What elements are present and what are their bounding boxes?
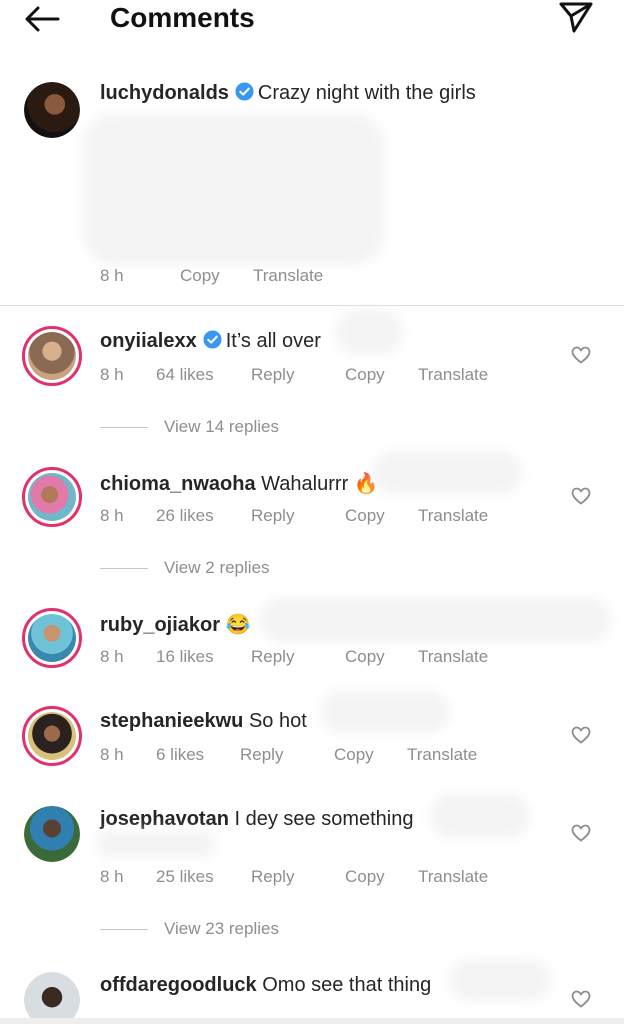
comment-username[interactable]: stephanieekwu [100, 710, 243, 732]
arrow-left-icon[interactable] [22, 4, 62, 34]
comment-text-line: chioma_nwaoha Wahalurrr 🔥 [100, 471, 379, 496]
heart-icon[interactable] [571, 726, 591, 744]
translate-button[interactable]: Translate [418, 506, 488, 526]
verified-badge-icon [235, 82, 254, 101]
avatar[interactable] [24, 972, 80, 1024]
comment-username[interactable]: ruby_ojiakor [100, 614, 220, 636]
heart-icon[interactable] [571, 990, 591, 1008]
caption-text-line: luchydonalds Crazy night with the girls [100, 82, 476, 105]
blurred-region [450, 960, 550, 1000]
reply-button[interactable]: Reply [251, 506, 294, 526]
caption-text: Crazy night with the girls [257, 82, 476, 104]
likes-count[interactable]: 26 likes [156, 506, 214, 526]
comment-text: So hot [248, 710, 307, 732]
view-replies-label: View 2 replies [164, 558, 270, 577]
comment-time: 8 h [100, 506, 124, 525]
comment-username[interactable]: josephavotan [100, 808, 229, 830]
comment-text: Wahalurrr 🔥 [261, 473, 379, 495]
likes-count[interactable]: 16 likes [156, 647, 214, 667]
page-title: Comments [110, 2, 255, 33]
blurred-region [260, 598, 610, 642]
copy-button[interactable]: Copy [345, 647, 385, 667]
blurred-region [430, 794, 530, 838]
comment-username[interactable]: chioma_nwaoha [100, 473, 256, 495]
divider [100, 427, 148, 429]
translate-button[interactable]: Translate [253, 266, 323, 286]
caption-time: 8 h [100, 266, 124, 285]
divider [100, 568, 148, 570]
comment-text: 😂 [225, 614, 251, 636]
divider [0, 305, 624, 306]
copy-button[interactable]: Copy [345, 365, 385, 385]
comment-text-line: josephavotan I dey see something [100, 808, 413, 831]
reply-button[interactable]: Reply [251, 647, 294, 667]
view-replies-link[interactable]: View 23 replies [100, 919, 279, 939]
reply-button[interactable]: Reply [240, 745, 283, 765]
comment-text-line: offdaregoodluck Omo see that thing [100, 974, 431, 997]
translate-button[interactable]: Translate [418, 867, 488, 887]
heart-icon[interactable] [571, 346, 591, 364]
avatar[interactable] [22, 706, 82, 766]
comment-time: 8 h [100, 647, 124, 666]
reply-button[interactable]: Reply [251, 365, 294, 385]
avatar[interactable] [24, 82, 80, 138]
copy-button[interactable]: Copy [180, 266, 220, 286]
post-caption: luchydonalds Crazy night with the girls 8… [0, 72, 624, 300]
translate-button[interactable]: Translate [407, 745, 477, 765]
reply-button[interactable]: Reply [251, 867, 294, 887]
blurred-region [372, 452, 522, 494]
likes-count[interactable]: 64 likes [156, 365, 214, 385]
likes-count[interactable]: 25 likes [156, 867, 214, 887]
comment-text-line: ruby_ojiakor 😂 [100, 612, 251, 637]
comment-text-line: onyiialexx It’s all over [100, 330, 321, 353]
view-replies-link[interactable]: View 2 replies [100, 558, 270, 578]
view-replies-link[interactable]: View 14 replies [100, 417, 279, 437]
heart-icon[interactable] [571, 487, 591, 505]
comment-username[interactable]: offdaregoodluck [100, 974, 257, 996]
blurred-region [336, 310, 402, 354]
likes-count[interactable]: 6 likes [156, 745, 204, 765]
view-replies-label: View 14 replies [164, 417, 279, 436]
bottom-bar [0, 1018, 624, 1024]
comment-text-line: stephanieekwu So hot [100, 710, 307, 733]
translate-button[interactable]: Translate [418, 647, 488, 667]
header-bar: Comments [0, 0, 624, 40]
comment-username[interactable]: onyiialexx [100, 330, 197, 352]
comment-text: Omo see that thing [262, 974, 432, 996]
avatar[interactable] [22, 467, 82, 527]
avatar[interactable] [24, 806, 80, 862]
copy-button[interactable]: Copy [345, 506, 385, 526]
avatar[interactable] [22, 326, 82, 386]
copy-button[interactable]: Copy [334, 745, 374, 765]
avatar[interactable] [22, 608, 82, 668]
translate-button[interactable]: Translate [418, 365, 488, 385]
blurred-region [320, 692, 450, 732]
copy-button[interactable]: Copy [345, 867, 385, 887]
comment-time: 8 h [100, 867, 124, 886]
comment-time: 8 h [100, 745, 124, 764]
comment-text: It’s all over [225, 330, 321, 352]
paper-plane-icon[interactable] [558, 0, 594, 34]
view-replies-label: View 23 replies [164, 919, 279, 938]
comment-text: I dey see something [234, 808, 414, 830]
comment-time: 8 h [100, 365, 124, 384]
caption-username[interactable]: luchydonalds [100, 82, 229, 104]
divider [100, 929, 148, 931]
blurred-region [84, 114, 384, 264]
heart-icon[interactable] [571, 824, 591, 842]
verified-badge-icon [203, 330, 222, 349]
blurred-region [96, 832, 216, 856]
